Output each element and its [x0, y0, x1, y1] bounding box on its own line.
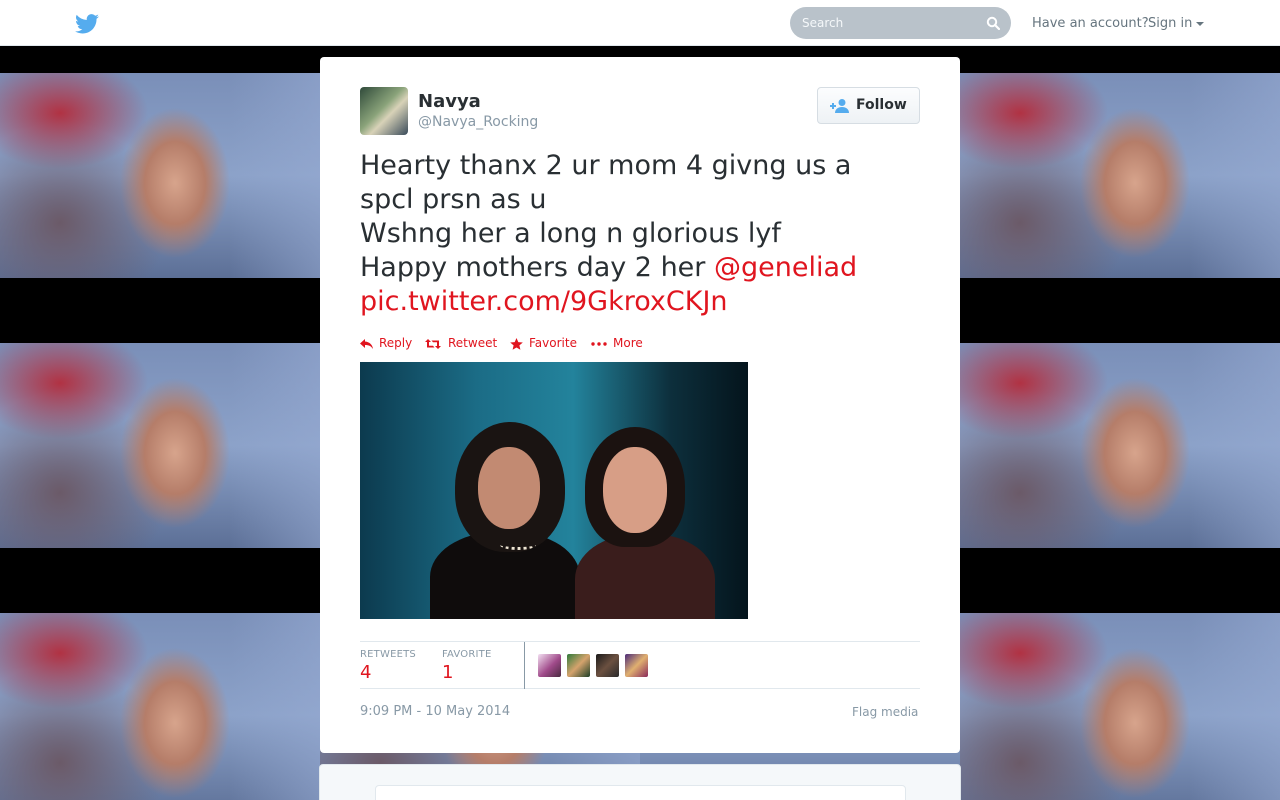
twitter-bird-icon[interactable]	[75, 14, 99, 34]
background-tile	[960, 343, 1280, 548]
search-icon[interactable]	[986, 16, 1000, 30]
photo-figure-right-face	[603, 447, 667, 533]
reply-button[interactable]: Reply	[360, 335, 420, 353]
avatar[interactable]	[567, 654, 590, 677]
photo-necklace	[500, 540, 536, 550]
tweet-card: Navya @Navya_Rocking Follow Hearty thanx…	[320, 57, 960, 753]
follow-button[interactable]: Follow	[817, 87, 920, 124]
tweet-photo[interactable]	[360, 362, 748, 619]
background-tile	[0, 73, 320, 278]
star-icon	[510, 338, 523, 350]
avatar[interactable]	[360, 87, 408, 135]
retweet-label: Retweet	[448, 336, 498, 350]
reply-icon	[360, 339, 373, 349]
favorite-label: Favorite	[529, 336, 577, 350]
follow-user-icon	[830, 99, 849, 113]
tweet-stats: RETWEETS 4 FAVORITE 1	[360, 641, 920, 689]
caret-down-icon[interactable]	[1196, 22, 1204, 26]
sign-in-link[interactable]: Sign in	[1148, 16, 1192, 31]
photo-figure-left-face	[478, 447, 540, 529]
tweet-text-line-with-mention: Happy mothers day 2 her @geneliad	[360, 251, 920, 285]
tweet-text-line: spcl prsn as u	[360, 184, 547, 215]
more-label: More	[613, 336, 643, 350]
background-tile	[0, 613, 320, 800]
reply-box[interactable]	[375, 785, 906, 800]
retweet-button[interactable]: Retweet	[425, 335, 505, 353]
avatar[interactable]	[538, 654, 561, 677]
top-navigation-bar: Have an account? Sign in	[0, 0, 1280, 46]
replies-card	[319, 764, 961, 800]
retweets-count[interactable]: 4	[360, 662, 371, 683]
reply-label: Reply	[379, 336, 413, 350]
search-input[interactable]	[802, 7, 977, 39]
tweet-text-fragment: Happy mothers day 2 her	[360, 252, 714, 283]
more-button[interactable]: More	[591, 335, 651, 353]
favorites-label: FAVORITE	[442, 649, 492, 660]
avatar[interactable]	[625, 654, 648, 677]
background-tile	[0, 343, 320, 548]
follow-label: Follow	[856, 97, 907, 113]
more-icon	[591, 342, 607, 346]
background-tile	[960, 73, 1280, 278]
flag-media-link[interactable]: Flag media	[852, 705, 918, 719]
avatar[interactable]	[596, 654, 619, 677]
tweet-text-line: Hearty thanx 2 ur mom 4 givng us a	[360, 150, 852, 181]
user-screenname[interactable]: @Navya_Rocking	[418, 114, 538, 130]
tweet-timestamp[interactable]: 9:09 PM - 10 May 2014	[360, 704, 510, 719]
mention-link[interactable]: @geneliad	[714, 252, 857, 283]
retweet-icon	[425, 339, 441, 349]
retweets-label: RETWEETS	[360, 649, 416, 660]
tweet-text: Hearty thanx 2 ur mom 4 givng us a spcl …	[360, 149, 920, 319]
search-box	[790, 7, 1011, 39]
background-tile	[960, 613, 1280, 800]
have-account-text: Have an account?	[1032, 16, 1149, 31]
favorites-count[interactable]: 1	[442, 662, 453, 683]
stats-divider	[524, 642, 525, 689]
pic-link[interactable]: pic.twitter.com/9GkroxCKJn	[360, 285, 920, 319]
user-fullname[interactable]: Navya	[418, 91, 481, 112]
favorite-button[interactable]: Favorite	[510, 335, 585, 353]
tweet-text-line: Wshng her a long n glorious lyf	[360, 218, 781, 249]
